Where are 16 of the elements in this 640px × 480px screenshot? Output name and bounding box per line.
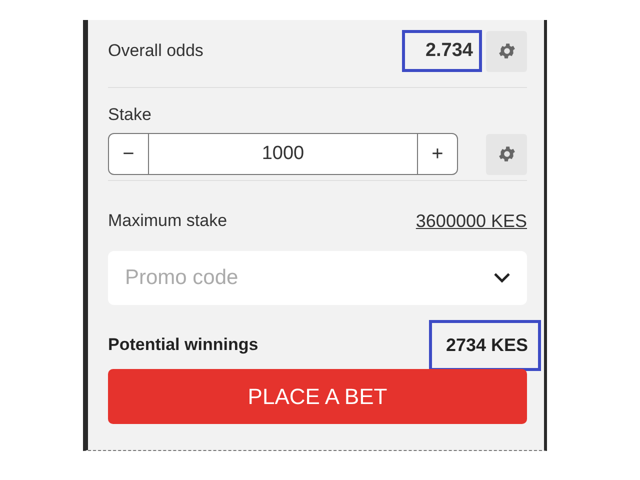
promo-code-field[interactable]: Promo code xyxy=(108,251,527,305)
odds-value: 2.734 xyxy=(402,30,482,72)
stake-field[interactable]: 1000 xyxy=(149,133,417,175)
settings-button[interactable] xyxy=(486,30,527,72)
stake-label: Stake xyxy=(108,105,152,125)
settings-icon xyxy=(496,41,516,61)
settings-button[interactable] xyxy=(486,134,527,174)
odds-label: Overall odds xyxy=(108,41,204,61)
settings-icon xyxy=(496,144,516,164)
decrease-button[interactable]: − xyxy=(108,133,149,175)
max-stake-label: Maximum stake xyxy=(108,211,228,231)
chevron-down-icon[interactable] xyxy=(493,272,511,284)
max-stake-link[interactable]: 3600000 KES xyxy=(416,210,527,232)
place-bet-button[interactable]: PLACE A BET xyxy=(108,369,527,424)
increase-button[interactable]: + xyxy=(417,133,458,175)
winnings-label: Potential winnings xyxy=(108,335,258,355)
